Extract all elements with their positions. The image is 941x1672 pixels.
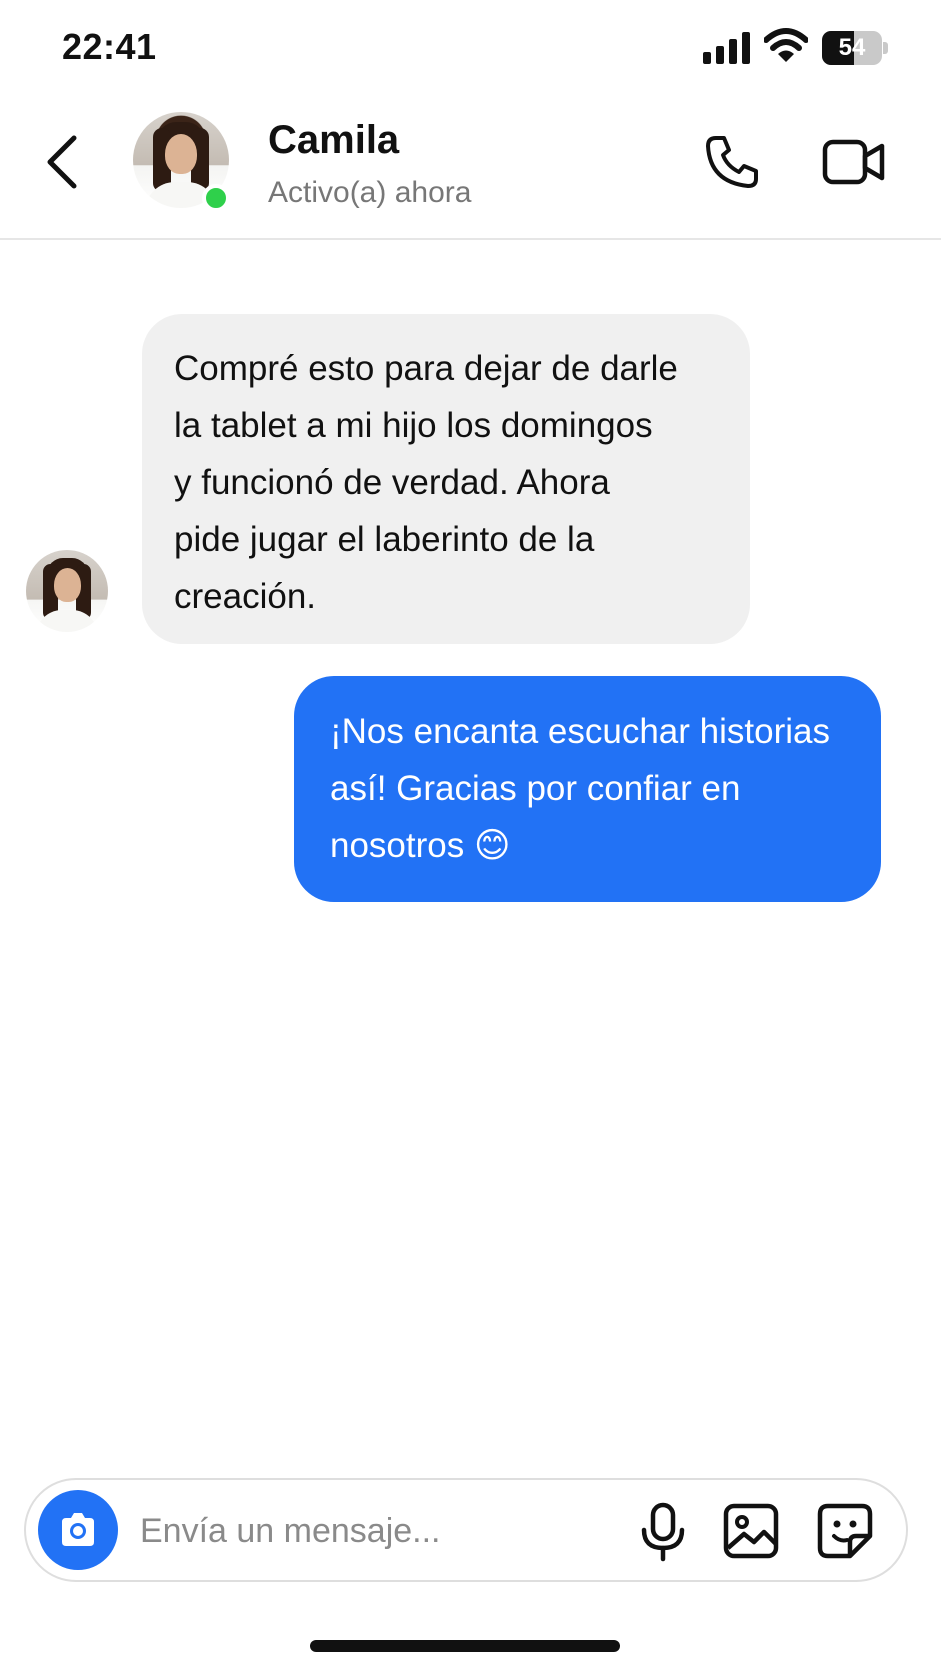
contact-status: Activo(a) ahora	[268, 176, 472, 209]
online-status-indicator	[202, 184, 230, 212]
message-line: así! Gracias por confiar en	[330, 769, 741, 808]
battery-body: 54	[822, 31, 882, 65]
chat-header: Camila Activo(a) ahora	[0, 96, 941, 240]
message-line: la tablet a mi hijo los domingos	[174, 406, 653, 445]
message-line: Compré esto para dejar de darle	[174, 349, 678, 388]
camera-button[interactable]	[38, 1490, 118, 1570]
phone-icon[interactable]	[702, 132, 762, 192]
microphone-icon[interactable]	[638, 1502, 688, 1562]
status-time: 22:41	[62, 26, 157, 67]
home-indicator[interactable]	[310, 1640, 620, 1652]
contact-name[interactable]: Camila	[268, 118, 399, 163]
battery-icon: 54	[822, 31, 888, 65]
message-line: y funcionó de verdad. Ahora	[174, 463, 610, 502]
video-camera-icon[interactable]	[822, 134, 886, 190]
status-bar: 22:41 54	[0, 0, 941, 96]
message-composer	[24, 1478, 908, 1582]
message-line: pide jugar el laberinto de la	[174, 520, 595, 559]
image-icon[interactable]	[722, 1502, 780, 1560]
incoming-message-bubble[interactable]: Compré esto para dejar de darle la table…	[142, 314, 750, 644]
outgoing-message-bubble[interactable]: ¡Nos encanta escuchar historias así! Gra…	[294, 676, 881, 902]
wifi-icon	[764, 28, 808, 62]
camera-icon	[62, 1513, 94, 1546]
battery-level: 54	[838, 34, 866, 61]
message-line: creación.	[174, 577, 317, 616]
sticker-icon[interactable]	[816, 1502, 874, 1560]
message-avatar[interactable]	[26, 550, 108, 632]
back-chevron-icon[interactable]	[40, 132, 90, 192]
message-line: ¡Nos encanta escuchar historias	[330, 712, 830, 751]
message-input[interactable]	[140, 1506, 540, 1556]
battery-cap	[883, 42, 888, 54]
signal-icon	[703, 32, 750, 64]
message-line: nosotros 😊	[330, 826, 511, 865]
